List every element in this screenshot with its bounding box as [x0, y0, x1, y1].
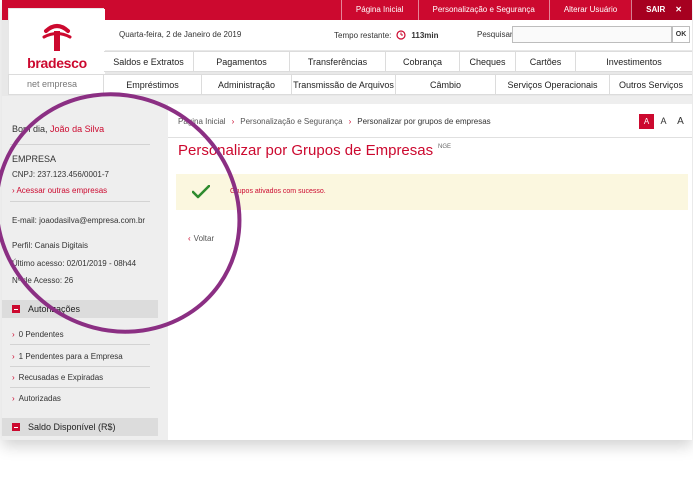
authorizations-title: Autorizações — [28, 304, 81, 314]
page-title: Personalizar por Grupos de Empresas — [178, 142, 434, 159]
nav-transferencias[interactable]: Transferências — [290, 52, 386, 71]
bradesco-logo[interactable]: bradesco — [8, 8, 105, 75]
chevron-right-icon: › — [348, 117, 352, 126]
divider — [10, 366, 150, 367]
divider — [168, 137, 692, 138]
collapse-icon — [12, 305, 20, 313]
chevron-right-icon: › — [12, 186, 15, 195]
sidebar: Bom dia, João da Silva EMPRESA CNPJ: 237… — [2, 104, 158, 440]
change-user-link[interactable]: Alterar Usuário — [548, 0, 631, 20]
session-time: 113min — [411, 30, 439, 40]
nav-cheques[interactable]: Cheques — [460, 52, 516, 71]
breadcrumb-personalization[interactable]: Personalização e Segurança — [240, 117, 342, 126]
nav-transmissao-arquivos[interactable]: Transmissão de Arquivos — [292, 75, 396, 94]
divider — [10, 344, 150, 345]
chevron-right-icon: › — [12, 373, 15, 382]
nav-servicos-operacionais[interactable]: Serviços Operacionais — [496, 75, 610, 94]
chevron-right-icon: › — [12, 394, 15, 403]
company-label: EMPRESA — [12, 154, 57, 164]
logo-background: bradesco — [9, 9, 105, 75]
item-label: 1 Pendentes para a Empresa — [18, 352, 123, 361]
other-companies-label: Acessar outras empresas — [16, 186, 108, 195]
back-label: Voltar — [193, 234, 215, 243]
search-label: Pesquisar: — [477, 30, 515, 39]
net-empresa-label: net empresa — [8, 74, 104, 95]
access-count: Nº de Acesso: 26 — [12, 276, 74, 285]
last-access: Último acesso: 02/01/2019 - 08h44 — [12, 259, 137, 268]
checkmark-icon — [192, 185, 210, 199]
nav-cambio[interactable]: Câmbio — [396, 75, 496, 94]
email: E-mail: joaodasilva@empresa.com.br — [12, 216, 146, 225]
main-nav-row-1: Saldos e Extratos Pagamentos Transferênc… — [104, 51, 692, 72]
nav-pagamentos[interactable]: Pagamentos — [194, 52, 290, 71]
divider — [10, 387, 150, 388]
session-timer: Tempo restante: 113min — [334, 30, 439, 40]
bradesco-symbol-icon — [42, 24, 72, 51]
nav-emprestimos[interactable]: Empréstimos — [104, 75, 202, 94]
clock-icon — [396, 30, 406, 40]
nav-outros-servicos[interactable]: Outros Serviços — [610, 75, 692, 94]
nav-saldos-extratos[interactable]: Saldos e Extratos — [104, 52, 194, 71]
list-item[interactable]: › 0 Pendentes — [12, 330, 64, 339]
font-size-large-button[interactable]: A — [673, 114, 688, 129]
nav-investimentos[interactable]: Investimentos — [576, 52, 692, 71]
profile: Perfil: Canais Digitais — [12, 241, 89, 250]
back-link[interactable]: ‹ Voltar — [188, 234, 214, 243]
personalization-security-link[interactable]: Personalização e Segurança — [417, 0, 549, 20]
chevron-right-icon: › — [12, 330, 15, 339]
info-bar: Quarta-feira, 2 de Janeiro de 2019 Tempo… — [104, 20, 692, 50]
authorizations-header[interactable]: Autorizações — [2, 300, 158, 318]
collapse-icon — [12, 423, 20, 431]
nav-cobranca[interactable]: Cobrança — [386, 52, 460, 71]
item-label: Autorizadas — [18, 394, 61, 403]
breadcrumb-current: Personalizar por grupos de empresas — [357, 117, 491, 126]
top-bar: Página Inicial Personalização e Seguranç… — [2, 0, 692, 20]
font-size-medium-button[interactable]: A — [656, 114, 671, 129]
list-item[interactable]: › Autorizadas — [12, 394, 61, 403]
list-item[interactable]: › Recusadas e Expiradas — [12, 373, 103, 382]
logout-label: SAIR — [646, 5, 666, 14]
search-ok-button[interactable]: OK — [672, 26, 690, 43]
top-links: Página Inicial Personalização e Seguranç… — [340, 0, 692, 20]
item-label: Recusadas e Expiradas — [18, 373, 104, 382]
success-alert: Grupos ativados com sucesso. — [176, 174, 688, 210]
font-size-controls: A A A — [639, 114, 688, 129]
home-link[interactable]: Página Inicial — [340, 0, 418, 20]
other-companies-link[interactable]: › Acessar outras empresas — [12, 186, 107, 195]
success-message: Grupos ativados com sucesso. — [230, 188, 326, 195]
balance-header[interactable]: Saldo Disponível (R$) — [2, 418, 158, 436]
item-label: 0 Pendentes — [18, 330, 64, 339]
logo-wordmark: bradesco — [27, 55, 87, 71]
page-code: NGE — [438, 144, 452, 150]
session-label: Tempo restante: — [334, 30, 392, 40]
breadcrumb-home[interactable]: Página Inicial — [178, 117, 226, 126]
browser-frame: Página Inicial Personalização e Seguranç… — [2, 0, 692, 440]
nav-cartoes[interactable]: Cartões — [516, 52, 576, 71]
font-size-small-button[interactable]: A — [639, 114, 654, 129]
current-date: Quarta-feira, 2 de Janeiro de 2019 — [119, 30, 242, 39]
balance-title: Saldo Disponível (R$) — [28, 422, 116, 432]
greeting-text: Bom dia, — [12, 124, 48, 134]
close-icon: ✕ — [675, 5, 682, 14]
list-item[interactable]: › 1 Pendentes para a Empresa — [12, 352, 123, 361]
main-nav-row-2: Empréstimos Administração Transmissão de… — [104, 74, 692, 95]
chevron-right-icon: › — [12, 352, 15, 361]
greeting: Bom dia, João da Silva — [12, 124, 104, 134]
divider — [10, 201, 150, 202]
divider — [10, 144, 150, 145]
chevron-right-icon: › — [231, 117, 235, 126]
user-name: João da Silva — [50, 124, 105, 134]
chevron-left-icon: ‹ — [188, 234, 191, 243]
main-panel: Página Inicial › Personalização e Segura… — [168, 104, 692, 440]
breadcrumb: Página Inicial › Personalização e Segura… — [178, 117, 491, 126]
cnpj: CNPJ: 237.123.456/0001-7 — [12, 170, 109, 179]
search-input[interactable] — [512, 26, 672, 43]
nav-administracao[interactable]: Administração — [202, 75, 292, 94]
logout-button[interactable]: SAIR ✕ — [631, 0, 692, 20]
